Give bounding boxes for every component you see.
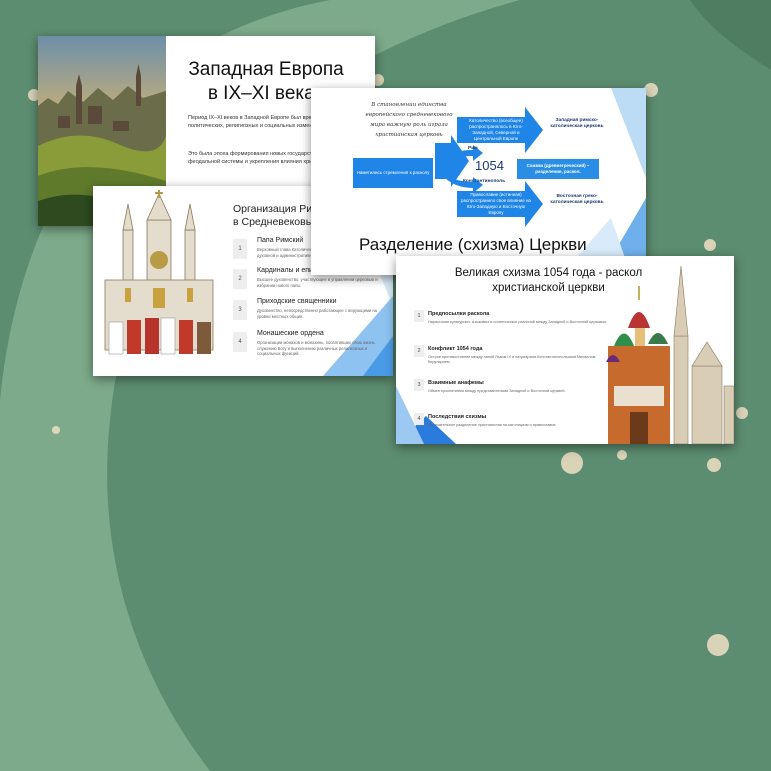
- item-number: 1: [414, 310, 424, 322]
- item-number: 4: [233, 332, 247, 352]
- slide-title: Великая схизма 1054 года - раскол христи…: [454, 267, 643, 294]
- handwritten-note: В становлении единства европейского сред…: [365, 102, 453, 138]
- slide-title: Разделение (схизма) Церкви: [359, 235, 587, 254]
- item-heading: Папа Римский: [257, 237, 304, 244]
- item-number: 1: [233, 239, 247, 259]
- item-heading: Приходские священники: [257, 298, 337, 305]
- box-split-tendency: Наметились стремления к расколу: [353, 158, 433, 188]
- item-description: Духовенство, непосредственно работающее …: [257, 308, 377, 319]
- item-number: 3: [233, 300, 247, 320]
- item-description: Обмен проклятиями между представителями …: [428, 389, 566, 393]
- item-description: Высшее духовенство, участвующее в управл…: [257, 277, 378, 288]
- item-description: Организации монахов и монахинь, посвятив…: [257, 340, 375, 356]
- item-number: 4: [414, 413, 424, 425]
- item-heading: Взаимные анафемы: [428, 380, 484, 386]
- item-heading: Конфликт 1054 года: [428, 346, 483, 352]
- label-eastern-church: Восточная греко-католическая церковь: [550, 194, 604, 205]
- cathedral-illustration: [95, 190, 223, 374]
- box-orthodoxy: Православие (истинная) распространило св…: [461, 192, 531, 215]
- box-schism-definition: Схизма (древнегреческий) – разделение, р…: [517, 159, 599, 179]
- item-description: Острое противостояние между папой Львом …: [428, 355, 596, 364]
- label-constantinople: Константинополь: [463, 179, 506, 184]
- item-heading: Предпосылки раскола: [428, 311, 490, 317]
- orthodox-church: [606, 286, 670, 444]
- slide-schism-diagram[interactable]: В становлении единства европейского сред…: [311, 88, 646, 275]
- label-western-church: Западная римско-католическая церковь: [550, 118, 604, 129]
- item-description: Окончательное разделение христианства на…: [428, 423, 557, 427]
- slide-great-schism[interactable]: Великая схизма 1054 года - раскол христи…: [396, 256, 734, 444]
- item-description: Нарастание культурных, языковых и полити…: [428, 320, 608, 324]
- box-catholicism: Католичество (всеобщее) распространялось…: [469, 118, 523, 141]
- item-number: 2: [414, 345, 424, 357]
- item-heading: Монашеские ордена: [257, 330, 324, 337]
- gothic-cathedral: [673, 266, 734, 444]
- item-number: 3: [414, 379, 424, 391]
- item-heading: Последствия схизмы: [428, 414, 487, 420]
- label-rome: Рим: [468, 146, 478, 151]
- year-label: 1054: [475, 158, 504, 173]
- item-number: 2: [233, 269, 247, 289]
